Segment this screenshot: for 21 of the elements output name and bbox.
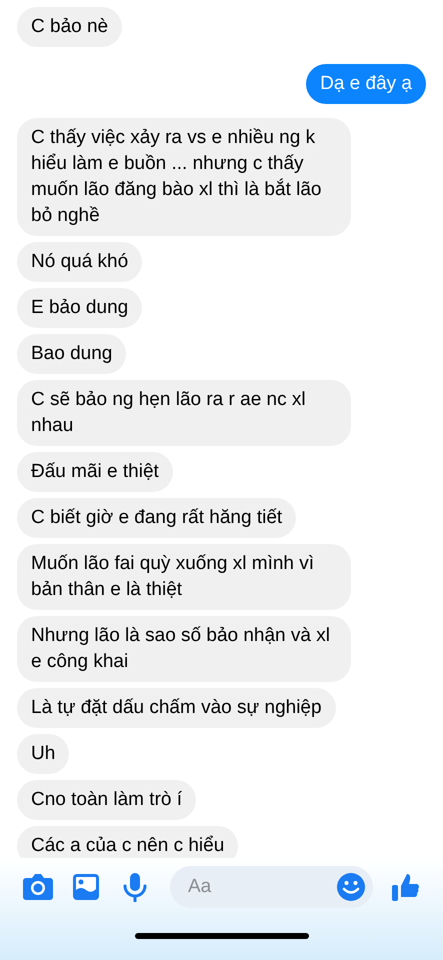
received-message: Là tự đặt dấu chấm vào sự nghiệp <box>17 688 336 728</box>
received-message: Đấu mãi e thiệt <box>17 452 173 492</box>
thumbs-up-icon[interactable] <box>391 872 421 902</box>
received-message: Muốn lão fai quỳ xuống xl mình vì bản thân e là thiệt <box>17 544 351 610</box>
received-message: Uh <box>17 734 70 774</box>
received-message: Nó quá khó <box>17 242 142 282</box>
received-message: C thấy việc xảy ra vs e nhiều ng k hiểu làm e buồn ... nhưng c thấy muốn lão đăng bào xl thì là bắt lão bỏ nghề <box>17 118 351 236</box>
microphone-icon[interactable] <box>122 872 148 902</box>
received-message: Nhưng lão là sao số bảo nhận và xl e công khai <box>17 616 351 682</box>
received-message: C biết giờ e đang rất hăng tiết <box>17 498 296 538</box>
received-message: Bao dung <box>17 334 126 374</box>
received-message: Các a của c nên c hiểu <box>17 826 238 858</box>
received-message: C sẽ bảo ng hẹn lão ra r ae nc xl nhau <box>17 380 351 446</box>
camera-icon[interactable] <box>22 873 54 901</box>
sent-message: Dạ e đây ạ <box>306 64 426 104</box>
image-icon[interactable] <box>72 873 100 901</box>
received-message: Cno toàn làm trò í <box>17 780 196 820</box>
message-field[interactable]: Aa <box>170 866 373 908</box>
received-message: C bảo nè <box>17 7 122 47</box>
emoji-icon[interactable] <box>336 872 366 902</box>
received-message: E bảo dung <box>17 288 142 328</box>
